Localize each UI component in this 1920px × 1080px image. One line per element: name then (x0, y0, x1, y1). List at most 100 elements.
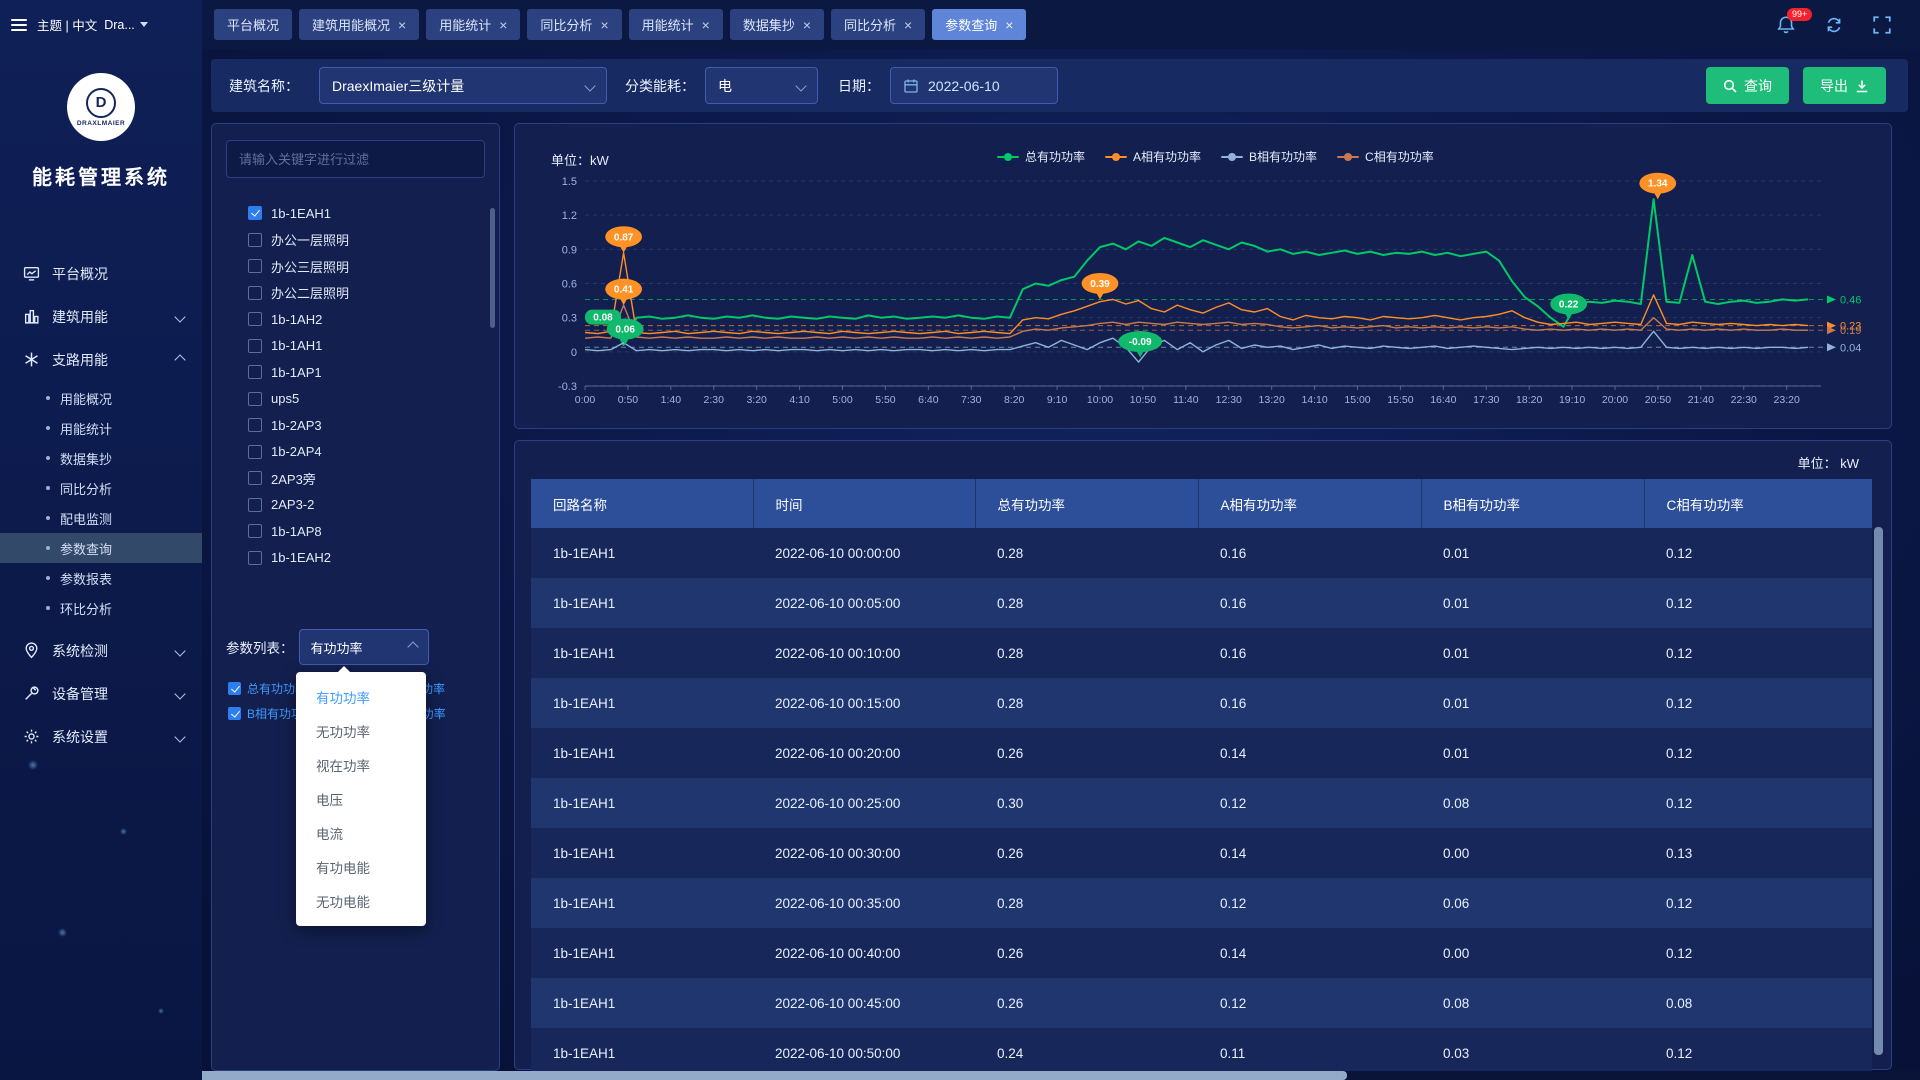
circuit-item-1b-1AP8[interactable]: 1b-1AP8 (226, 518, 482, 545)
circuit-item-1b-2AP3[interactable]: 1b-2AP3 (226, 412, 482, 439)
tab-同比分析[interactable]: 同比分析× (527, 9, 621, 40)
user-menu[interactable]: Dra... (104, 18, 148, 32)
table-cell: 0.12 (1644, 528, 1872, 578)
tab-close-icon[interactable]: × (803, 18, 811, 32)
circuit-item-1b-1AH1[interactable]: 1b-1AH1 (226, 333, 482, 360)
table-row: 1b-1EAH12022-06-10 00:40:000.260.140.000… (531, 928, 1872, 978)
circuit-item-1b-1AH2[interactable]: 1b-1AH2 (226, 306, 482, 333)
checkbox[interactable] (248, 259, 262, 273)
sidebar-subitem-数据集抄[interactable]: 数据集抄 (0, 443, 202, 473)
table-scrollbar[interactable] (1874, 527, 1883, 1055)
dropdown-option-无功功率[interactable]: 无功功率 (296, 714, 426, 748)
checkbox[interactable] (248, 498, 262, 512)
circuit-item-办公一层照明[interactable]: 办公一层照明 (226, 227, 482, 254)
hamburger-menu-icon[interactable] (8, 16, 30, 34)
sidebar-item-系统检测[interactable]: 系统检测 (0, 629, 202, 672)
checkbox[interactable] (248, 418, 262, 432)
dropdown-option-无功电能[interactable]: 无功电能 (296, 884, 426, 918)
tab-平台概况[interactable]: 平台概况 (214, 9, 292, 40)
tab-close-icon[interactable]: × (1005, 18, 1013, 32)
circuit-item-ups5[interactable]: ups5 (226, 386, 482, 413)
legend-item-A相有功功率[interactable]: A相有功功率 (1105, 148, 1201, 165)
circuit-item-办公二层照明[interactable]: 办公二层照明 (226, 280, 482, 307)
circuit-item-1b-1EAH1[interactable]: 1b-1EAH1 (226, 200, 482, 227)
checkbox[interactable] (248, 551, 262, 565)
tab-同比分析[interactable]: 同比分析× (831, 9, 925, 40)
table-cell: 2022-06-10 00:25:00 (753, 778, 975, 828)
tab-建筑用能概况[interactable]: 建筑用能概况× (299, 9, 419, 40)
tab-bar: 平台概况建筑用能概况×用能统计×同比分析×用能统计×数据集抄×同比分析×参数查询… (202, 0, 1920, 49)
refresh-icon[interactable] (1824, 15, 1844, 35)
checkbox[interactable] (248, 392, 262, 406)
sidebar-item-支路用能[interactable]: 支路用能 (0, 338, 202, 381)
sidebar-item-设备管理[interactable]: 设备管理 (0, 672, 202, 715)
dropdown-option-电流[interactable]: 电流 (296, 816, 426, 850)
tab-close-icon[interactable]: × (600, 18, 608, 32)
horizontal-scrollbar-thumb[interactable] (0, 1071, 1347, 1080)
circuit-filter-input[interactable] (226, 140, 485, 178)
sidebar-subitem-环比分析[interactable]: 环比分析 (0, 593, 202, 623)
legend-item-B相有功功率[interactable]: B相有功功率 (1221, 148, 1317, 165)
circuit-item-1b-1EAH2[interactable]: 1b-1EAH2 (226, 545, 482, 572)
sidebar-subitem-用能概况[interactable]: 用能概况 (0, 383, 202, 413)
sidebar-item-平台概况[interactable]: 平台概况 (0, 252, 202, 295)
circuit-item-1b-2AP4[interactable]: 1b-2AP4 (226, 439, 482, 466)
building-select-value: DraexImaier三级计量 (332, 76, 464, 96)
tab-close-icon[interactable]: × (398, 18, 406, 32)
svg-text:17:30: 17:30 (1473, 394, 1499, 406)
circuit-item-1b-1AP1[interactable]: 1b-1AP1 (226, 359, 482, 386)
svg-text:16:40: 16:40 (1430, 394, 1456, 406)
circuit-item-2AP3旁[interactable]: 2AP3旁 (226, 465, 482, 492)
date-picker[interactable]: 2022-06-10 (890, 67, 1058, 104)
power-line-chart[interactable]: 1.51.20.90.60.30-0.30:000:501:402:303:20… (515, 124, 1893, 430)
sidebar-subitem-参数查询[interactable]: 参数查询 (0, 533, 202, 563)
horizontal-scrollbar-track[interactable] (0, 1071, 1920, 1080)
checkbox[interactable] (248, 233, 262, 247)
checkbox[interactable] (248, 445, 262, 459)
checkbox[interactable] (228, 682, 241, 695)
checkbox[interactable] (248, 524, 262, 538)
circuit-item-办公三层照明[interactable]: 办公三层照明 (226, 253, 482, 280)
tab-close-icon[interactable]: × (499, 18, 507, 32)
checkbox[interactable] (248, 471, 262, 485)
tab-close-icon[interactable]: × (904, 18, 912, 32)
notification-bell-icon[interactable]: 99+ (1776, 15, 1796, 35)
legend-item-总有功功率[interactable]: 总有功功率 (997, 148, 1085, 165)
tab-用能统计[interactable]: 用能统计× (629, 9, 723, 40)
search-icon (1723, 79, 1737, 93)
tab-数据集抄[interactable]: 数据集抄× (730, 9, 824, 40)
dropdown-option-有功功率[interactable]: 有功功率 (296, 680, 426, 714)
checkbox[interactable] (228, 707, 241, 720)
svg-text:20:00: 20:00 (1602, 394, 1628, 406)
checkbox[interactable] (248, 286, 262, 300)
circuit-list-scrollbar[interactable] (490, 208, 495, 328)
sidebar-subitem-配电监测[interactable]: 配电监测 (0, 503, 202, 533)
theme-language-switcher[interactable]: 主题 | 中文 (37, 15, 97, 34)
sidebar-item-建筑用能[interactable]: 建筑用能 (0, 295, 202, 338)
param-select[interactable]: 有功功率 (299, 629, 429, 665)
tab-参数查询[interactable]: 参数查询× (932, 9, 1026, 40)
query-button[interactable]: 查询 (1706, 67, 1789, 104)
checkbox[interactable] (248, 365, 262, 379)
dropdown-option-电压[interactable]: 电压 (296, 782, 426, 816)
checkbox[interactable] (248, 206, 262, 220)
topbar-icons: 99+ (1776, 0, 1892, 49)
legend-item-C相有功功率[interactable]: C相有功功率 (1337, 148, 1434, 165)
checkbox[interactable] (248, 312, 262, 326)
table-cell: 1b-1EAH1 (531, 878, 753, 928)
tab-close-icon[interactable]: × (702, 18, 710, 32)
sidebar-subitem-用能统计[interactable]: 用能统计 (0, 413, 202, 443)
dropdown-option-有功电能[interactable]: 有功电能 (296, 850, 426, 884)
fullscreen-icon[interactable] (1872, 15, 1892, 35)
sidebar-subitem-同比分析[interactable]: 同比分析 (0, 473, 202, 503)
sidebar-item-系统设置[interactable]: 系统设置 (0, 715, 202, 758)
sidebar-subitem-参数报表[interactable]: 参数报表 (0, 563, 202, 593)
building-select[interactable]: DraexImaier三级计量 (319, 67, 607, 104)
chevron-up-icon (407, 641, 418, 652)
tab-用能统计[interactable]: 用能统计× (426, 9, 520, 40)
dropdown-option-视在功率[interactable]: 视在功率 (296, 748, 426, 782)
checkbox[interactable] (248, 339, 262, 353)
circuit-item-2AP3-2[interactable]: 2AP3-2 (226, 492, 482, 519)
export-button[interactable]: 导出 (1803, 67, 1886, 104)
energy-type-select[interactable]: 电 (705, 67, 818, 104)
